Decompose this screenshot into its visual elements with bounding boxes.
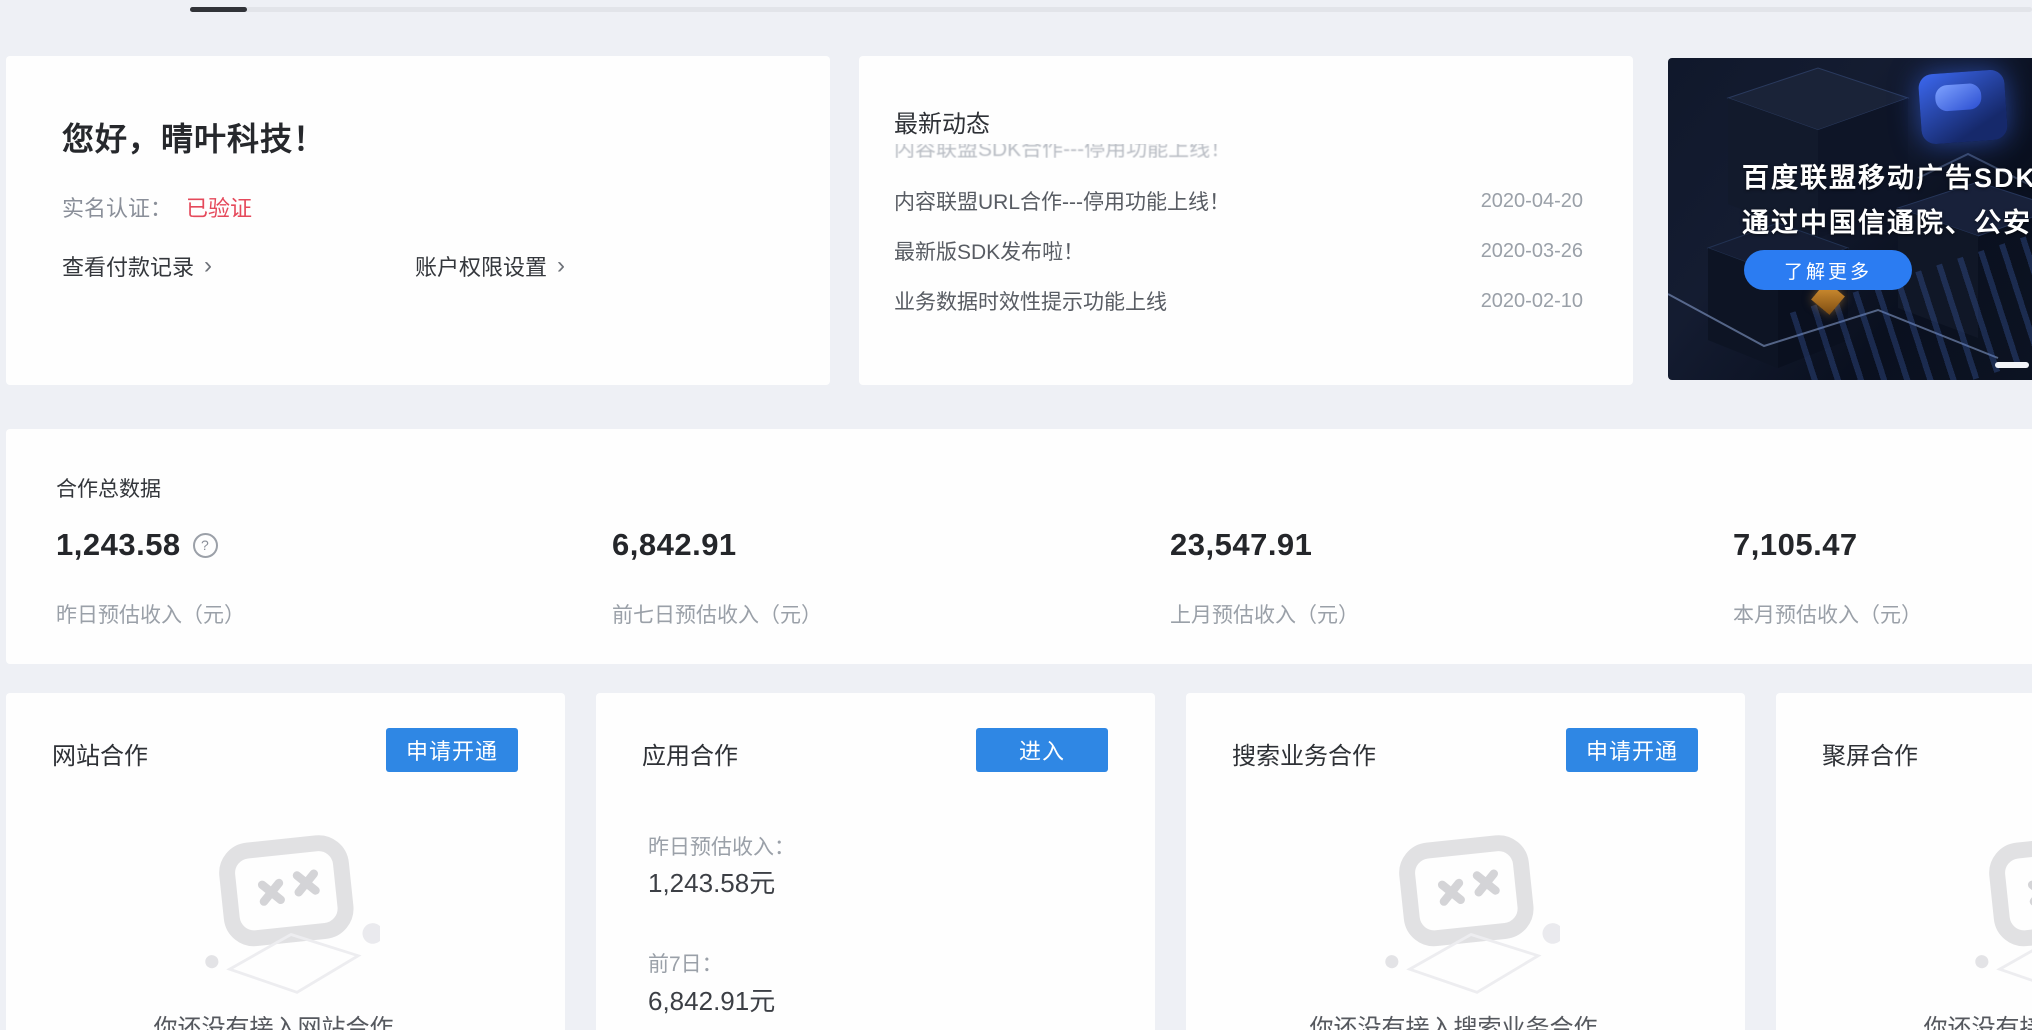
app-last7-label: 前7日： (648, 948, 723, 978)
banner-headline-2: 通过中国信通院、公安部 (1742, 201, 2032, 240)
stat-value-text: 23,547.91 (1170, 527, 1312, 563)
dead-screen-icon (1372, 830, 1560, 1008)
news-item-text: 业务数据时效性提示功能上线 (894, 286, 1167, 316)
news-item-date: 2020-02-10 (1481, 290, 1583, 313)
card-title: 搜索业务合作 (1232, 736, 1376, 771)
stat-label: 前七日预估收入（元） (612, 599, 822, 629)
stat-value-text: 1,243.58 (56, 527, 181, 563)
empty-state-text: 你还没有接入网站合作， (6, 1008, 565, 1030)
stat-label: 上月预估收入（元） (1170, 599, 1359, 629)
promo-banner[interactable]: 百度联盟移动广告SDK 通过中国信通院、公安部 了解更多 (1668, 58, 2032, 380)
help-icon[interactable]: ? (193, 533, 218, 558)
stat-label: 本月预估收入（元） (1733, 599, 1922, 629)
app-last7-value: 6,842.91元 (648, 981, 775, 1018)
horizontal-scrollbar-thumb[interactable] (190, 7, 247, 12)
greeting-card: 您好，晴叶科技！ 实名认证： 已验证 查看付款记录 › 账户权限设置 › (6, 56, 830, 385)
total-data-title: 合作总数据 (56, 473, 161, 503)
news-item[interactable]: 最新版SDK发布啦！ 2020-03-26 (894, 226, 1583, 276)
stat-value-text: 6,842.91 (612, 527, 737, 563)
stat-value: 23,547.91 (1170, 527, 1312, 563)
chevron-right-icon: › (557, 255, 565, 277)
greeting-title: 您好，晴叶科技！ (62, 114, 326, 160)
greeting-links-row: 查看付款记录 › 账户权限设置 › (62, 250, 782, 282)
enter-button[interactable]: 进入 (976, 728, 1108, 772)
news-scrolling-item-clipped: 内容联盟SDK合作---停用功能上线！ (894, 144, 1594, 158)
website-coop-card: 网站合作 申请开通 你还没有接入网站合作， (6, 693, 565, 1030)
total-data-section: 合作总数据 1,243.58 ? 昨日预估收入（元） 6,842.91 前七日预… (6, 429, 2032, 664)
apply-open-button[interactable]: 申请开通 (386, 728, 518, 772)
news-item[interactable]: 内容联盟URL合作---停用功能上线！ 2020-04-20 (894, 176, 1583, 226)
account-permission-link[interactable]: 账户权限设置 › (415, 250, 565, 282)
card-title: 聚屏合作 (1822, 736, 1918, 771)
account-permission-label: 账户权限设置 (415, 250, 547, 282)
empty-state (1776, 830, 2032, 1013)
stat-value: 6,842.91 (612, 527, 737, 563)
learn-more-button[interactable]: 了解更多 (1744, 250, 1912, 290)
latest-news-card: 最新动态 内容联盟SDK合作---停用功能上线！ 内容联盟URL合作---停用功… (859, 56, 1633, 385)
carousel-indicator[interactable] (1995, 362, 2029, 368)
card-title: 网站合作 (52, 736, 148, 771)
news-list: 内容联盟URL合作---停用功能上线！ 2020-04-20 最新版SDK发布啦… (894, 176, 1583, 326)
stat-value-text: 7,105.47 (1733, 527, 1858, 563)
dead-screen-icon (1962, 830, 2032, 1008)
app-yesterday-value: 1,243.58元 (648, 863, 775, 900)
horizontal-scrollbar-track[interactable] (190, 7, 2032, 12)
stat-value: 7,105.47 (1733, 527, 1858, 563)
banner-blue-cube-decor (1918, 69, 2009, 145)
verify-status-badge: 已验证 (186, 196, 252, 221)
apply-open-button[interactable]: 申请开通 (1566, 728, 1698, 772)
news-scrolling-text: 内容联盟SDK合作---停用功能上线！ (894, 144, 1231, 158)
verify-label: 实名认证： (62, 196, 172, 221)
news-item-date: 2020-03-26 (1481, 240, 1583, 263)
empty-state-text: 你还没有接入聚屏合作， (1776, 1008, 2032, 1030)
chevron-right-icon: › (204, 255, 212, 277)
news-title: 最新动态 (894, 104, 990, 139)
payment-records-label: 查看付款记录 (62, 250, 194, 282)
news-item-date: 2020-04-20 (1481, 190, 1583, 213)
news-item[interactable]: 业务数据时效性提示功能上线 2020-02-10 (894, 276, 1583, 326)
juping-coop-card: 聚屏合作 申请开通 你还没有接入聚屏合作， (1776, 693, 2032, 1030)
news-item-text: 内容联盟URL合作---停用功能上线！ (894, 186, 1230, 216)
dead-screen-icon (192, 830, 380, 1008)
app-yesterday-label: 昨日预估收入： (648, 831, 795, 861)
news-item-text: 最新版SDK发布啦！ (894, 236, 1084, 266)
payment-records-link[interactable]: 查看付款记录 › (62, 250, 212, 282)
dashboard-page: 您好，晴叶科技！ 实名认证： 已验证 查看付款记录 › 账户权限设置 › 最新动态… (0, 0, 2032, 1030)
search-coop-card: 搜索业务合作 申请开通 你还没有接入搜索业务合作， (1186, 693, 1745, 1030)
empty-state (6, 830, 565, 1013)
banner-headline-1: 百度联盟移动广告SDK (1742, 156, 2032, 195)
card-title: 应用合作 (642, 736, 738, 771)
app-coop-card: 应用合作 进入 昨日预估收入： 1,243.58元 前7日： 6,842.91元 (596, 693, 1155, 1030)
empty-state-text: 你还没有接入搜索业务合作， (1186, 1008, 1745, 1030)
stat-value: 1,243.58 ? (56, 527, 218, 563)
stat-label: 昨日预估收入（元） (56, 599, 245, 629)
empty-state (1186, 830, 1745, 1013)
realname-verification-row: 实名认证： 已验证 (62, 191, 252, 223)
